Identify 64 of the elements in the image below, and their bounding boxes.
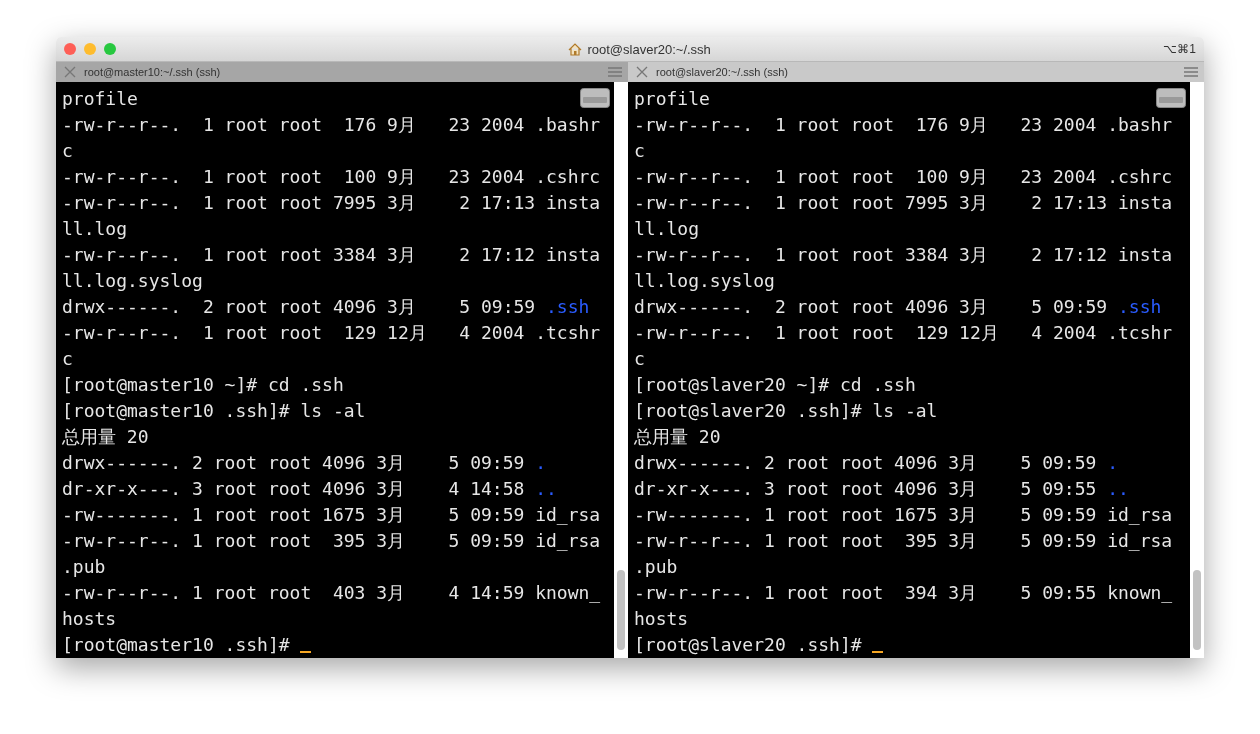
terminal-line: -rw-------. 1 root root 1675 3月 5 09:59 id_rsa — [634, 503, 1173, 527]
terminal-line: -rw-r--r--. 1 root root 129 12月 4 2004 .tcshr — [634, 321, 1173, 345]
terminal-line: -rw-r--r--. 1 root root 3384 3月 2 17:12 insta — [634, 243, 1173, 267]
terminal-line: [root@master10 ~]# cd .ssh — [62, 373, 344, 397]
terminal-line: 总用量 20 — [62, 425, 149, 449]
terminal-line: ll.log.syslog — [62, 269, 203, 293]
terminal-line: [root@slaver20 .ssh]# ls -al — [634, 399, 938, 423]
directory-listing-line: drwx------. 2 root root 4096 3月 5 09:59 . — [62, 451, 546, 475]
close-icon[interactable] — [636, 66, 648, 78]
terminal-line: ll.log.syslog — [634, 269, 775, 293]
terminal-line: profile — [634, 87, 710, 111]
terminal-line: -rw-r--r--. 1 root root 7995 3月 2 17:13 insta — [634, 191, 1173, 215]
pane-header[interactable]: root@master10:~/.ssh (ssh) — [56, 62, 628, 82]
terminal-output[interactable] — [56, 82, 614, 658]
minimize-button[interactable] — [84, 43, 96, 55]
terminal-line: -rw-r--r--. 1 root root 100 9月 23 2004 .cshrc — [62, 165, 601, 189]
terminal-line: c — [62, 347, 73, 371]
terminal-line: -rw-r--r--. 1 root root 176 9月 23 2004 .bashr — [62, 113, 601, 137]
terminal-line: -rw-r--r--. 1 root root 129 12月 4 2004 .tcshr — [62, 321, 601, 345]
close-icon[interactable] — [64, 66, 76, 78]
terminal-line: hosts — [634, 607, 689, 631]
zoom-button[interactable] — [104, 43, 116, 55]
terminal-line: -rw-r--r--. 1 root root 100 9月 23 2004 .cshrc — [634, 165, 1173, 189]
terminal-line: -rw-r--r--. 1 root root 403 3月 4 14:59 known_ — [62, 581, 601, 605]
directory-listing-line: dr-xr-x---. 3 root root 4096 3月 4 14:58 .. — [62, 477, 557, 501]
pane-title: root@slaver20:~/.ssh (ssh) — [656, 66, 789, 78]
terminal-line: profile — [62, 87, 138, 111]
pane-header[interactable]: root@slaver20:~/.ssh (ssh) — [628, 62, 1204, 82]
terminal-line: ll.log — [62, 217, 128, 241]
terminal-line: -rw-r--r--. 1 root root 394 3月 5 09:55 known_ — [634, 581, 1173, 605]
terminal-line: [root@master10 .ssh]# ls -al — [62, 399, 366, 423]
pane-title: root@master10:~/.ssh (ssh) — [84, 66, 222, 78]
scrollbar-thumb[interactable] — [1193, 570, 1201, 650]
terminal-line: [root@slaver20 ~]# cd .ssh — [634, 373, 916, 397]
shortcut-label: ⌥⌘1 — [1163, 42, 1196, 56]
close-button[interactable] — [64, 43, 76, 55]
directory-listing-line: drwx------. 2 root root 4096 3月 5 09:59 . — [634, 451, 1118, 475]
terminal-line: hosts — [62, 607, 117, 631]
terminal-line: -rw-r--r--. 1 root root 395 3月 5 09:59 id_rsa — [62, 529, 601, 553]
terminal-line: [root@slaver20 .ssh]# — [634, 632, 884, 658]
terminal-line: -rw-r--r--. 1 root root 395 3月 5 09:59 id_rsa — [634, 529, 1173, 553]
terminal-output[interactable] — [628, 82, 1190, 658]
scrollbar-thumb[interactable] — [617, 570, 625, 650]
terminal-line: -rw-r--r--. 1 root root 176 9月 23 2004 .bashr — [634, 113, 1173, 137]
home-icon — [568, 42, 583, 56]
terminal-line: c — [62, 139, 73, 163]
terminal-line: -rw-r--r--. 1 root root 7995 3月 2 17:13 insta — [62, 191, 601, 215]
directory-listing-line: drwx------. 2 root root 4096 3月 5 09:59 .ssh — [634, 295, 1162, 319]
terminal-line: 总用量 20 — [634, 425, 721, 449]
keyboard-icon — [580, 88, 610, 108]
directory-listing-line: dr-xr-x---. 3 root root 4096 3月 5 09:55 .. — [634, 477, 1129, 501]
directory-listing-line: drwx------. 2 root root 4096 3月 5 09:59 .ssh — [62, 295, 590, 319]
window-title: root@slaver20:~/.ssh — [587, 41, 711, 57]
terminal-line: -rw-r--r--. 1 root root 3384 3月 2 17:12 insta — [62, 243, 601, 267]
terminal-line: .pub — [634, 555, 678, 579]
terminal-line: ll.log — [634, 217, 700, 241]
menu-icon[interactable] — [1184, 67, 1198, 77]
terminal-line: c — [634, 347, 645, 371]
terminal-line: [root@master10 .ssh]# — [62, 632, 312, 658]
keyboard-icon — [1156, 88, 1186, 108]
terminal-line: -rw-------. 1 root root 1675 3月 5 09:59 id_rsa — [62, 503, 601, 527]
menu-icon[interactable] — [608, 67, 622, 77]
terminal-line: c — [634, 139, 645, 163]
terminal-line: .pub — [62, 555, 106, 579]
